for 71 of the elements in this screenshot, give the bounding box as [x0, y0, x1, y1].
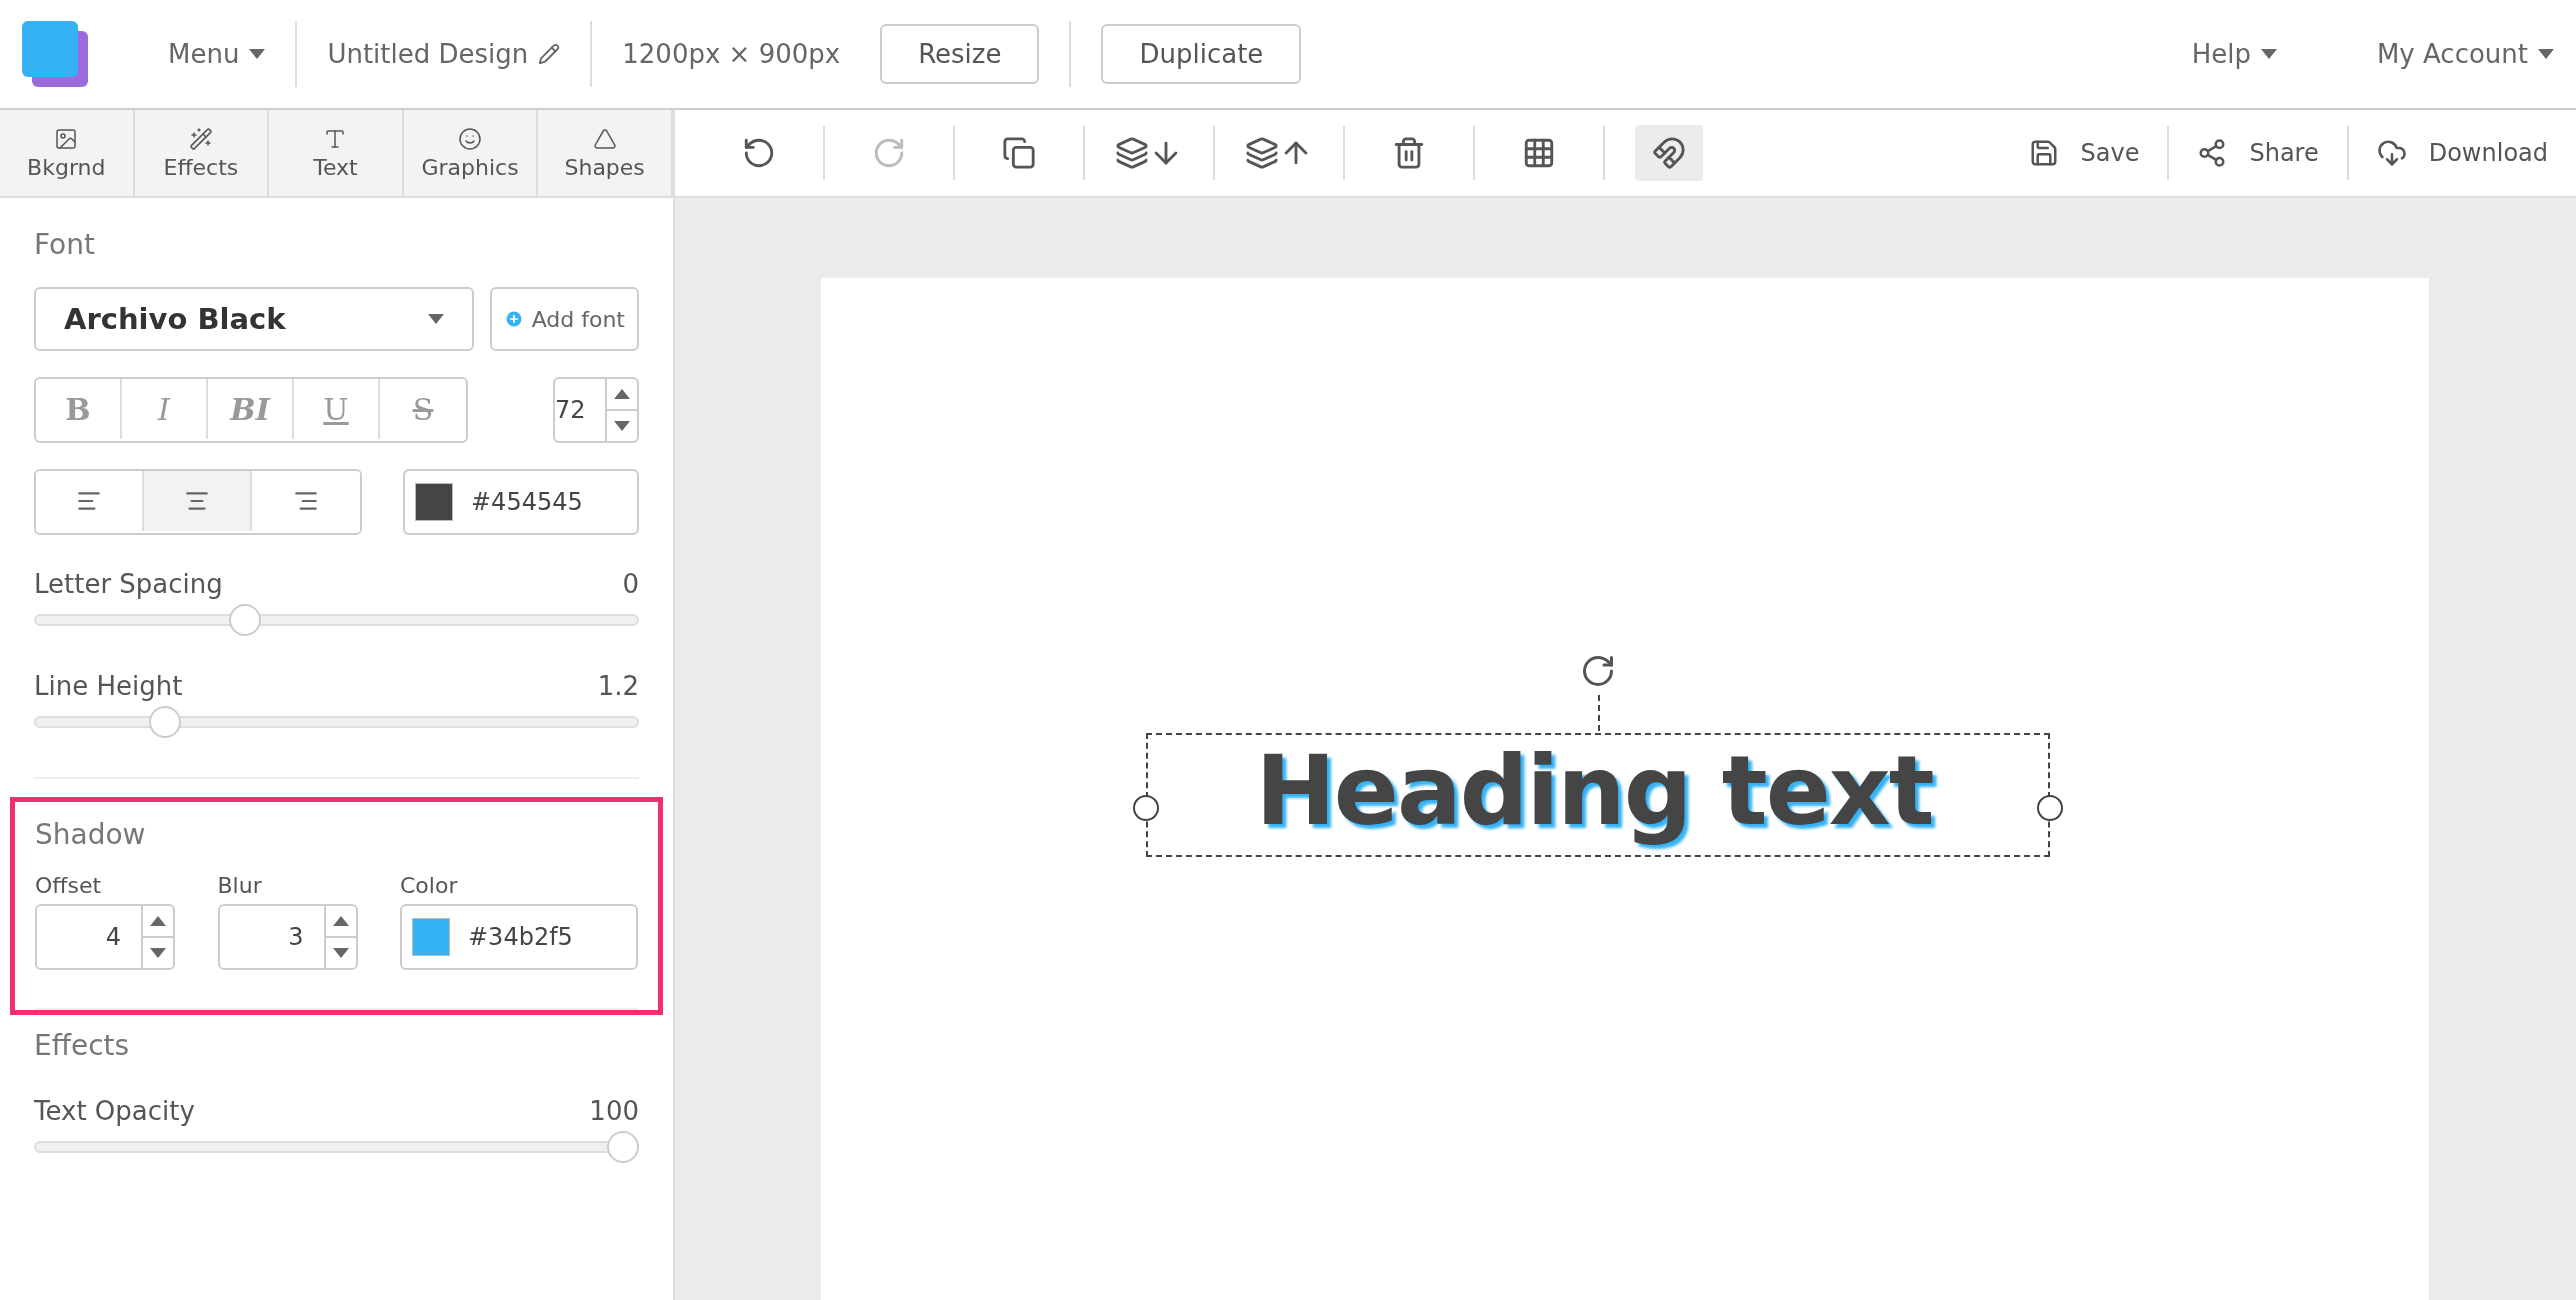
caret-icon	[2260, 49, 2277, 59]
add-font-button[interactable]: Add font	[489, 287, 639, 351]
caret-icon	[150, 916, 166, 926]
section-title: Font	[34, 228, 96, 261]
caret-icon	[614, 389, 630, 399]
number-field[interactable]: 72	[553, 377, 639, 443]
tool-tab[interactable]: Text	[269, 110, 404, 196]
triangle-icon	[592, 126, 617, 151]
field-label: Offset	[35, 873, 103, 898]
slider-thumb[interactable]	[228, 604, 261, 636]
menu-dropdown[interactable]: My Account	[2376, 39, 2554, 69]
resize-handle[interactable]	[2037, 795, 2063, 821]
slider-value: 0	[622, 569, 639, 599]
tool-tab[interactable]: Graphics	[403, 110, 539, 196]
slider-thumb[interactable]	[607, 1131, 639, 1163]
file-action-button[interactable]: Share	[2169, 138, 2347, 168]
file-action-button[interactable]: Download	[2348, 138, 2576, 168]
redo-icon	[872, 136, 906, 170]
slider-label: Line Height	[34, 671, 183, 701]
color-field[interactable]: #454545	[403, 469, 639, 535]
slider-track[interactable]	[34, 1130, 639, 1164]
slider-track[interactable]	[34, 603, 639, 637]
toolbar-button[interactable]	[1635, 125, 1703, 181]
caret-icon	[332, 948, 349, 958]
caret-icon	[2538, 49, 2554, 59]
resize-handle[interactable]	[1133, 795, 1159, 821]
tool-tab[interactable]: Effects	[134, 110, 270, 196]
copy-icon	[1002, 136, 1036, 170]
heading-text[interactable]: Heading text	[1255, 739, 1941, 851]
magnet-icon	[1652, 136, 1686, 170]
logo-icon[interactable]	[22, 21, 88, 87]
wand-icon	[188, 126, 213, 151]
caret-icon	[249, 49, 266, 59]
number-field[interactable]: 4	[35, 904, 175, 970]
section-title: Effects	[34, 1029, 131, 1062]
slider-track[interactable]	[34, 705, 639, 739]
caret-icon	[332, 916, 349, 926]
image-icon	[54, 126, 79, 151]
cloud-download-icon	[2376, 138, 2407, 168]
field-label: Color	[400, 873, 459, 898]
field-label: Blur	[217, 873, 263, 898]
tool-tab[interactable]: Shapes	[538, 110, 673, 196]
slider-label: Letter Spacing	[34, 569, 223, 599]
rotate-handle-icon[interactable]	[1580, 653, 1616, 689]
slider-thumb[interactable]	[148, 706, 181, 738]
slider-label: Text Opacity	[34, 1096, 195, 1126]
caret-icon	[614, 421, 630, 431]
number-field[interactable]: 3	[217, 904, 358, 970]
color-swatch[interactable]	[412, 918, 450, 956]
slider-value: 100	[589, 1096, 639, 1126]
menu-button[interactable]: Menu	[168, 39, 266, 69]
design-title[interactable]: Untitled Design	[327, 39, 561, 69]
color-swatch[interactable]	[415, 483, 453, 521]
trash-icon	[1392, 136, 1426, 170]
caret-icon	[427, 314, 444, 324]
pencil-icon	[538, 43, 561, 65]
resize-button[interactable]: Resize	[880, 24, 1040, 84]
slider-value: 1.2	[597, 671, 639, 701]
tool-tab[interactable]: Bkgrnd	[0, 110, 135, 196]
menu-dropdown[interactable]: Help	[2191, 39, 2277, 69]
plus-icon	[503, 309, 524, 329]
canvas-size: 1200px × 900px	[622, 39, 841, 69]
smiley-icon	[458, 126, 483, 151]
color-field[interactable]: #34b2f5	[400, 904, 638, 970]
duplicate-button[interactable]: Duplicate	[1101, 24, 1302, 84]
font-dropdown[interactable]: Archivo Black	[34, 287, 474, 351]
file-action-button[interactable]: Save	[2000, 138, 2168, 168]
grid-icon	[1522, 136, 1556, 170]
section-title: Shadow	[35, 818, 147, 851]
caret-icon	[150, 948, 166, 958]
undo-icon	[742, 136, 776, 170]
